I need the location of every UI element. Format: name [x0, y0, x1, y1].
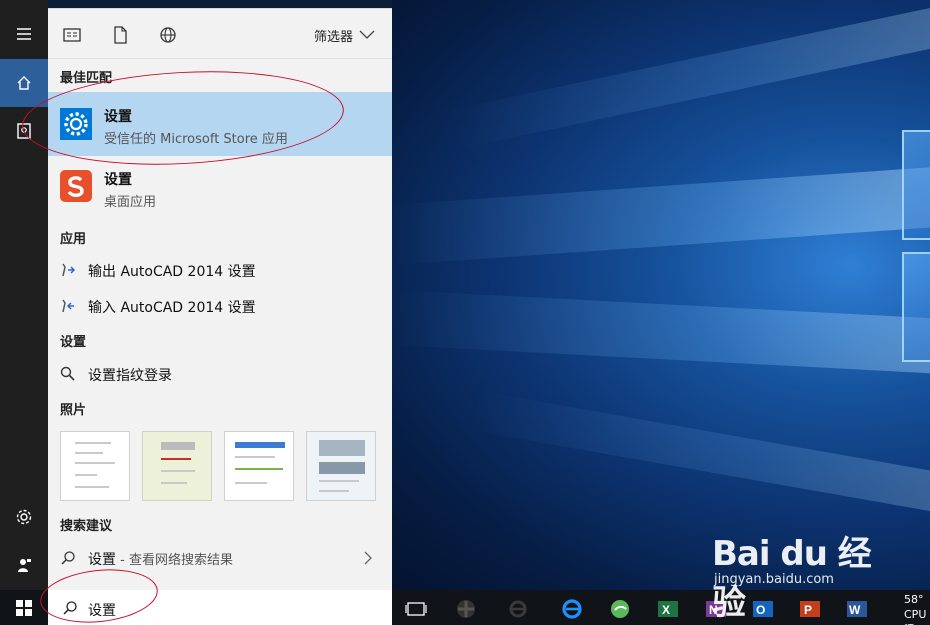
web-filter-icon[interactable] [158, 25, 178, 45]
desktop-settings-title: 设置 [104, 172, 132, 188]
settings-result-label: 设置指纹登录 [88, 368, 172, 384]
hamburger-menu-button[interactable] [0, 10, 48, 58]
desktop-settings-item[interactable]: 设置 桌面应用 [48, 159, 392, 213]
tray-line-1: 58° [904, 593, 924, 606]
tray-line-2: CPU温 [904, 608, 927, 625]
photo-thumbnail[interactable] [60, 431, 130, 501]
chevron-down-icon[interactable] [359, 27, 375, 41]
baidu-watermark: Bai du 经验 jingyan.baidu.com [712, 526, 882, 623]
apps-filter-icon[interactable] [62, 25, 82, 45]
filter-bar: 筛选器 [48, 9, 392, 59]
web-suggestion-label: 设置 - 查看网络搜索结果 [88, 552, 233, 568]
settings-button[interactable] [0, 493, 48, 541]
photo-thumbnail[interactable] [142, 431, 212, 501]
import-tool-icon [62, 299, 74, 313]
documents-filter-icon[interactable] [110, 25, 130, 45]
chevron-right-icon[interactable] [362, 550, 374, 566]
web-suggestion-sub: - 查看网络搜索结果 [116, 553, 233, 568]
home-button[interactable] [0, 59, 48, 107]
desktop-settings-subtitle: 桌面应用 [104, 195, 157, 210]
desktop-wallpaper [392, 0, 930, 590]
fingerprint-search-icon [60, 366, 75, 381]
apps-heading: 应用 [60, 232, 87, 247]
home-icon [17, 76, 31, 90]
app-result-label: 输入 AutoCAD 2014 设置 [88, 300, 256, 316]
search-icon [61, 551, 75, 565]
windows-logo-icon [16, 599, 32, 616]
hamburger-icon [17, 28, 31, 40]
export-tool-icon [62, 263, 76, 277]
internet-explorer-icon[interactable] [507, 598, 529, 620]
edge-browser-icon[interactable] [561, 598, 583, 620]
photo-thumbnail[interactable] [224, 431, 294, 501]
app-result-item[interactable]: 输入 AutoCAD 2014 设置 [48, 289, 392, 323]
sogou-app-icon [60, 170, 92, 202]
start-left-rail [0, 0, 48, 590]
browser-360-icon[interactable] [609, 598, 631, 620]
feedback-button[interactable] [0, 541, 48, 589]
task-view-icon[interactable] [405, 598, 427, 620]
excel-icon[interactable]: X [657, 598, 679, 620]
settings-result-item[interactable]: 设置指纹登录 [48, 357, 392, 391]
suggestions-heading: 搜索建议 [60, 519, 113, 534]
watermark-url: jingyan.baidu.com [714, 572, 834, 587]
fan-app-icon[interactable] [455, 598, 477, 620]
svg-text:X: X [662, 603, 670, 617]
settings-heading: 设置 [60, 335, 87, 350]
app-result-label: 输出 AutoCAD 2014 设置 [88, 264, 256, 280]
photos-heading: 照片 [60, 403, 87, 418]
app-result-item[interactable]: 输出 AutoCAD 2014 设置 [48, 253, 392, 287]
gear-icon [16, 509, 32, 525]
person-feedback-icon [18, 559, 31, 572]
photo-thumbnail[interactable] [306, 431, 376, 501]
system-tray-readout[interactable]: 58° CPU温 [904, 592, 930, 625]
filter-dropdown-label[interactable]: 筛选器 [314, 26, 353, 45]
